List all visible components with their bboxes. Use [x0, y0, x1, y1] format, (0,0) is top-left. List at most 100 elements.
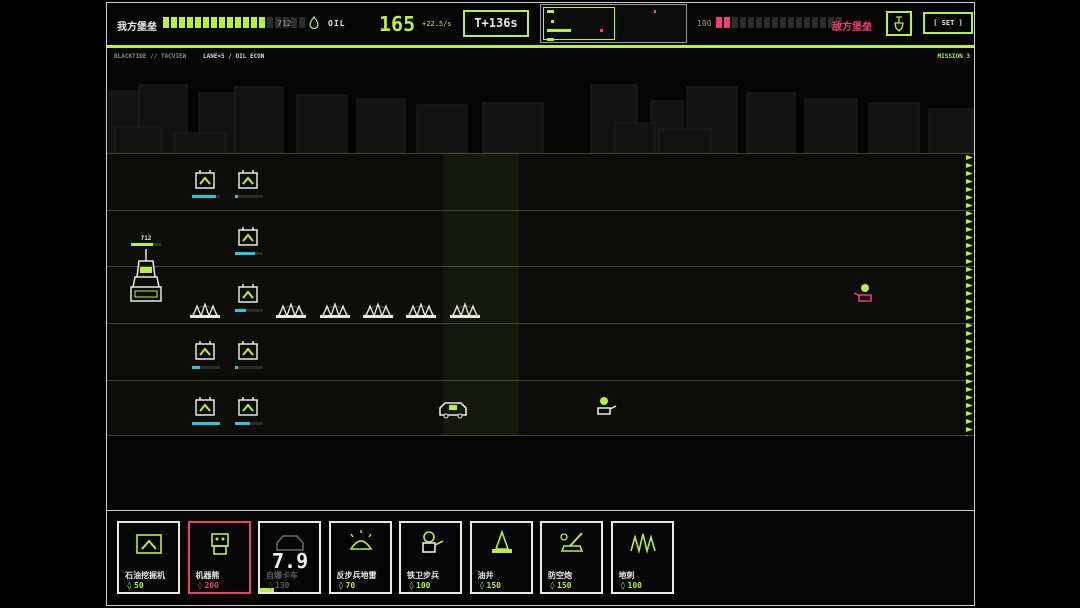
card-name: 地刺: [618, 571, 635, 580]
card-cost: ◊ 100: [409, 581, 431, 590]
robot-bear-icon: [210, 533, 229, 555]
mode-label: LANE×5 / OIL ECON: [203, 53, 265, 60]
hp-segment: [195, 17, 201, 28]
hp-segment: [227, 17, 233, 28]
oil-drill-unit[interactable]: [192, 396, 221, 430]
oil-drill-unit[interactable]: [192, 169, 221, 203]
hp-segment: [748, 17, 754, 28]
top-divider: [107, 45, 974, 48]
enemy-fortress-hp-bar: [716, 17, 842, 28]
build-card-5[interactable]: 铁卫步兵 ◊ 100: [399, 521, 462, 594]
build-card-6[interactable]: 油井 ◊ 150: [469, 521, 533, 594]
enemy-soldier: [853, 284, 872, 302]
build-card-8[interactable]: 地刺 ◊ 100: [610, 521, 674, 594]
hp-segment: [820, 17, 826, 28]
build-card-2[interactable]: 机器熊 ◊ 200: [187, 521, 251, 594]
minimap[interactable]: [540, 4, 687, 43]
top-bar: 我方堡垒 712 OIL 165 +22.5/s T+136s 100 敌方堡垒…: [107, 3, 974, 45]
card-name: 反步兵地雷: [336, 571, 377, 580]
oil-drill-unit[interactable]: [235, 340, 264, 374]
hp-segment: [740, 17, 746, 28]
hp-segment: [187, 17, 193, 28]
enemy-fortress-hp-value: 100: [697, 19, 712, 28]
ground-spikes-unit: [363, 301, 393, 318]
hp-segment: [796, 17, 802, 28]
ground-spikes-unit: [190, 301, 220, 318]
oil-drill-unit[interactable]: [235, 283, 264, 317]
hp-segment: [259, 17, 265, 28]
enemy-spawn-edge: [966, 155, 973, 436]
hp-segment: [812, 17, 818, 28]
player-fortress-hp-value: 712: [277, 19, 292, 28]
soldier-icon: [422, 531, 444, 553]
oil-amount: 165: [379, 12, 416, 36]
card-cost: ◊ 50: [127, 581, 144, 590]
enemy-fortress-label: 敌方堡垒: [832, 22, 872, 33]
hp-segment: [251, 17, 257, 28]
oil-drill-unit[interactable]: [192, 340, 221, 374]
card-cost: ◊ 150: [479, 581, 501, 590]
ground-spikes-unit: [450, 301, 480, 318]
card-cost: ◊ 150: [550, 581, 572, 590]
card-name: 铁卫步兵: [407, 571, 439, 580]
shovel-icon: [894, 16, 904, 32]
hp-segment: [724, 17, 730, 28]
hp-segment: [788, 17, 794, 28]
card-name: 机器熊: [195, 571, 220, 580]
hp-segment: [211, 17, 217, 28]
bomb-truck-unit: [439, 402, 467, 419]
fortress-hp-label: 712: [140, 235, 152, 242]
mission-label: MISSION 3: [937, 53, 970, 60]
card-cost: ◊ 100: [620, 581, 642, 590]
placement-highlight: [443, 153, 519, 436]
game-frame: 我方堡垒 712 OIL 165 +22.5/s T+136s 100 敌方堡垒…: [106, 2, 975, 606]
hp-segment: [291, 17, 297, 28]
hp-segment: [756, 17, 762, 28]
hp-segment: [764, 17, 770, 28]
oil-well-icon: [491, 529, 512, 553]
oil-label: OIL: [328, 19, 346, 28]
card-name: 防空炮: [548, 571, 572, 580]
hp-segment: [732, 17, 738, 28]
player-fortress-label: 我方堡垒: [117, 22, 157, 33]
shovel-button[interactable]: [886, 11, 912, 36]
hp-segment: [716, 17, 722, 28]
oil-drill-unit[interactable]: [235, 169, 264, 203]
card-name: 自爆卡车: [266, 571, 298, 580]
build-card-7[interactable]: 防空炮 ◊ 150: [540, 521, 603, 594]
hp-segment: [203, 17, 209, 28]
card-cost: ◊ 70: [338, 581, 356, 590]
hp-segment: [299, 17, 305, 28]
oil-rate: +22.5/s: [422, 20, 452, 28]
build-card-1[interactable]: 石油挖掘机 ◊ 50: [117, 521, 180, 594]
oil-drill-unit[interactable]: [235, 396, 264, 430]
mine-icon: [349, 530, 372, 550]
card-cost: ◊ 200: [197, 581, 219, 590]
hp-segment: [267, 17, 273, 28]
oil-drill-icon: [136, 534, 162, 554]
ground-spikes-unit: [320, 301, 350, 318]
oil-drill-unit[interactable]: [235, 226, 264, 260]
breadcrumb: BLACKTIDE // TACVIEW: [114, 53, 187, 60]
hp-segment: [235, 17, 241, 28]
build-card-3[interactable]: 7.9 自爆卡车 ◊ 130: [258, 521, 321, 594]
fortress-icon: [130, 249, 162, 302]
ground-spikes-unit: [276, 301, 306, 318]
oil-drop-icon: [309, 16, 319, 29]
hp-segment: [179, 17, 185, 28]
hp-segment: [243, 17, 249, 28]
hp-segment: [163, 17, 169, 28]
hp-segment: [804, 17, 810, 28]
hp-segment: [772, 17, 778, 28]
city-skyline-background: [108, 84, 974, 153]
spikes-icon: [629, 533, 656, 555]
hp-segment: [171, 17, 177, 28]
build-card-4[interactable]: 反步兵地雷 ◊ 70: [328, 521, 392, 594]
player-fortress: 712: [129, 235, 163, 302]
allied-soldier: [597, 397, 617, 415]
hp-segment: [219, 17, 225, 28]
card-name: 油井: [477, 571, 494, 580]
settings-button[interactable]: [ SET ]: [923, 12, 973, 34]
card-name: 石油挖掘机: [125, 571, 165, 580]
match-timer: T+136s: [463, 10, 529, 37]
